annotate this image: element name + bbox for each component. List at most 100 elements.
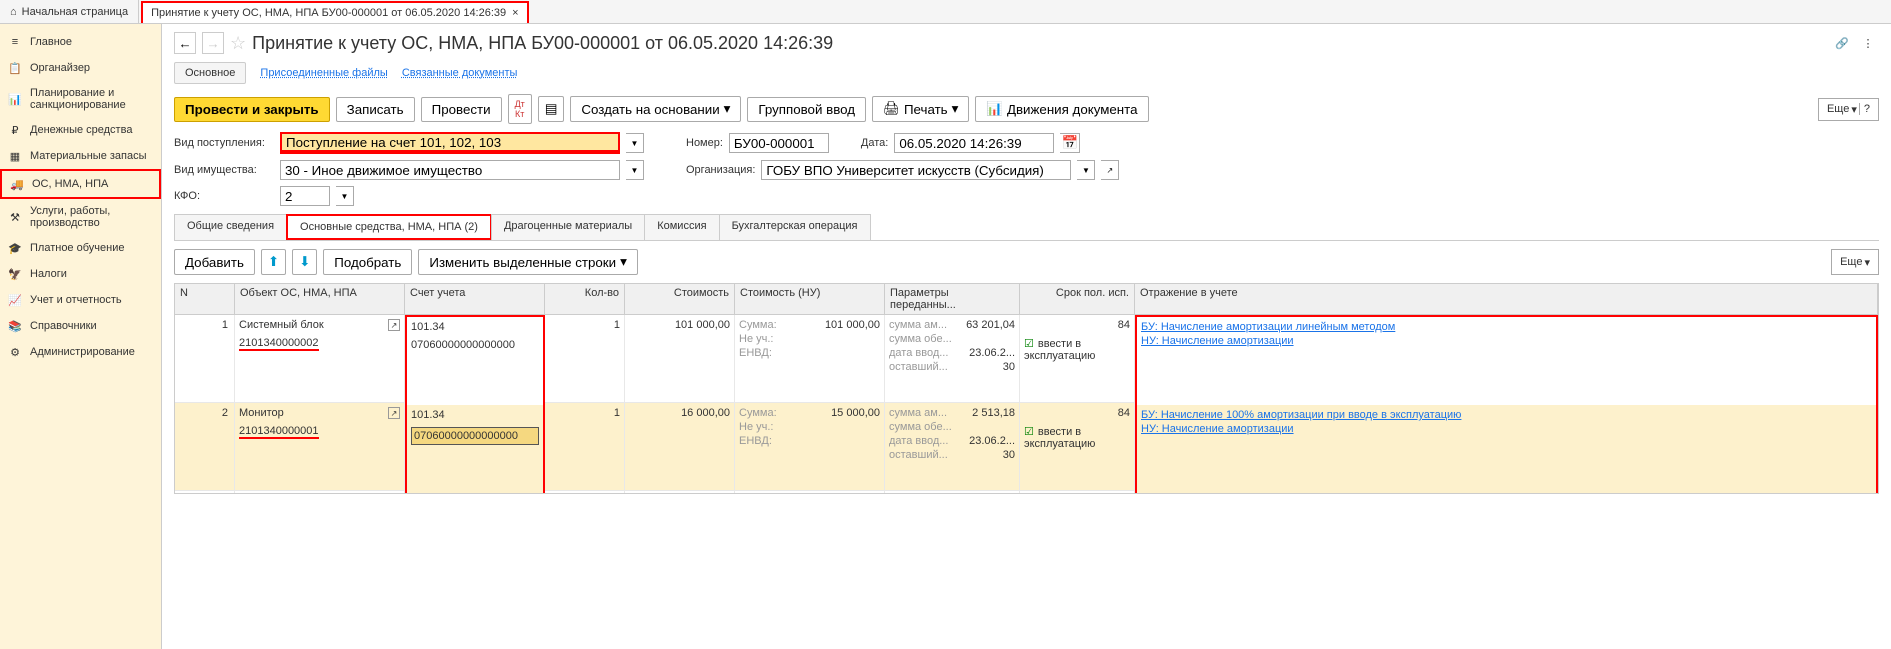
sidebar-label: Денежные средства — [30, 124, 132, 136]
back-button[interactable]: ← — [174, 32, 196, 54]
sidebar-label: Учет и отчетность — [30, 294, 122, 306]
tab-os-nma[interactable]: Основные средства, НМА, НПА (2) — [286, 214, 492, 240]
otr-link-bu[interactable]: БУ: Начисление 100% амортизации при ввод… — [1141, 409, 1872, 421]
movements-label: Движения документа — [1007, 102, 1138, 117]
row-qty[interactable]: 1 — [545, 315, 624, 403]
related-link[interactable]: Связанные документы — [402, 67, 518, 79]
sidebar-item-planning[interactable]: 📊Планирование и санкционирование — [0, 81, 161, 117]
sidebar-item-taxes[interactable]: 🦅Налоги — [0, 261, 161, 287]
row-costnu[interactable]: Сумма:15 000,00 Не уч.: ЕНВД: — [735, 403, 884, 491]
files-link[interactable]: Присоединенные файлы — [260, 67, 387, 79]
card-icon[interactable]: ↗ — [388, 319, 400, 331]
otr-link-nu[interactable]: НУ: Начисление амортизации — [1141, 335, 1872, 347]
row-cost[interactable]: 16 000,00 — [625, 403, 734, 491]
p-val: 23.06.2... — [969, 347, 1015, 359]
nu-label: ЕНВД: — [739, 347, 772, 359]
sidebar-item-admin[interactable]: ⚙Администрирование — [0, 339, 161, 365]
main-section-button[interactable]: Основное — [174, 62, 246, 84]
row-n[interactable]: 1 — [175, 315, 234, 403]
row-srok[interactable]: 84 ☑ввести в эксплуатацию — [1020, 403, 1134, 491]
col-qty[interactable]: Кол-во — [545, 284, 625, 314]
row-otr[interactable]: БУ: Начисление 100% амортизации при ввод… — [1137, 405, 1876, 493]
col-acc[interactable]: Счет учета — [405, 284, 545, 314]
sidebar-item-money[interactable]: ₽Денежные средства — [0, 117, 161, 143]
tab-commission[interactable]: Комиссия — [644, 214, 719, 240]
col-costnu[interactable]: Стоимость (НУ) — [735, 284, 885, 314]
forward-button[interactable]: → — [202, 32, 224, 54]
home-icon: ⌂ — [10, 6, 17, 18]
otr-link-nu[interactable]: НУ: Начисление амортизации — [1141, 423, 1872, 435]
home-tab[interactable]: ⌂ Начальная страница — [0, 0, 139, 24]
tab-general[interactable]: Общие сведения — [174, 214, 287, 240]
document-tab[interactable]: Принятие к учету ОС, НМА, НПА БУ00-00000… — [141, 1, 529, 23]
vid-post-input[interactable] — [280, 132, 620, 152]
row-srok[interactable]: 84 ☑ввести в эксплуатацию — [1020, 315, 1134, 403]
movements-button[interactable]: 📊 Движения документа — [975, 96, 1148, 122]
more-button[interactable]: Еще ▾ ? — [1818, 98, 1879, 121]
vid-post-dropdown[interactable]: ▼ — [626, 133, 644, 153]
row-otr[interactable]: БУ: Начисление амортизации линейным мето… — [1137, 317, 1876, 405]
row-cost[interactable]: 101 000,00 — [625, 315, 734, 403]
move-down-button[interactable]: ⬇ — [292, 249, 317, 275]
sidebar-item-materials[interactable]: ▦Материальные запасы — [0, 143, 161, 169]
grid-more-button[interactable]: Еще ▾ — [1831, 249, 1879, 275]
sidebar-item-reports[interactable]: 📈Учет и отчетность — [0, 287, 161, 313]
col-srok[interactable]: Срок пол. исп. — [1020, 284, 1135, 314]
sozdat-button[interactable]: Создать на основании ▾ — [570, 96, 741, 122]
add-button[interactable]: Добавить — [174, 249, 255, 275]
nomer-input[interactable] — [729, 133, 829, 153]
data-input[interactable] — [894, 133, 1054, 153]
org-input[interactable] — [761, 160, 1071, 180]
row-costnu[interactable]: Сумма:101 000,00 Не уч.: ЕНВД: — [735, 315, 884, 403]
close-icon[interactable]: × — [512, 7, 518, 19]
move-up-button[interactable]: ⬆ — [261, 249, 286, 275]
card-icon[interactable]: ↗ — [388, 407, 400, 419]
sidebar-item-main[interactable]: ≡Главное — [0, 29, 161, 55]
col-params[interactable]: Параметры переданны... — [885, 284, 1020, 314]
pick-button[interactable]: Подобрать — [323, 249, 412, 275]
otr-link-bu[interactable]: БУ: Начисление амортизации линейным мето… — [1141, 321, 1872, 333]
col-obj[interactable]: Объект ОС, НМА, НПА — [235, 284, 405, 314]
print-button[interactable]: 🖨 Печать ▾ — [872, 96, 969, 122]
row-params[interactable]: сумма ам...2 513,18 сумма обе... дата вв… — [885, 403, 1019, 491]
dt-kt-button[interactable]: ДтКт — [508, 94, 532, 124]
zapisat-button[interactable]: Записать — [336, 97, 415, 122]
provesti-zakryt-button[interactable]: Провести и закрыть — [174, 97, 330, 122]
provesti-button[interactable]: Провести — [421, 97, 502, 122]
doc-icon-button[interactable]: ▤ — [538, 96, 565, 122]
acc2-selected[interactable]: 07060000000000000 — [411, 427, 539, 445]
row-acc[interactable]: 101.34 07060000000000000 — [407, 405, 543, 493]
acc1: 101.34 — [411, 321, 539, 333]
star-icon[interactable]: ☆ — [230, 33, 246, 54]
p-val: 63 201,04 — [966, 319, 1015, 331]
change-rows-button[interactable]: Изменить выделенные строки ▾ — [418, 249, 637, 275]
grid-body: 1 2 ↗ Системный блок 2101340000002 ↗ Мон… — [175, 315, 1878, 493]
sidebar-item-services[interactable]: ⚒Услуги, работы, производство — [0, 199, 161, 235]
row-obj[interactable]: ↗ Монитор 2101340000001 — [235, 403, 404, 491]
link-icon[interactable]: 🔗 — [1831, 32, 1853, 54]
row-n[interactable]: 2 — [175, 403, 234, 491]
row-params[interactable]: сумма ам...63 201,04 сумма обе... дата в… — [885, 315, 1019, 403]
vid-im-input[interactable] — [280, 160, 620, 180]
col-cost[interactable]: Стоимость — [625, 284, 735, 314]
org-open[interactable]: ↗ — [1101, 160, 1119, 180]
tab-precious[interactable]: Драгоценные материалы — [491, 214, 645, 240]
col-otr[interactable]: Отражение в учете — [1135, 284, 1878, 314]
sidebar-item-directories[interactable]: 📚Справочники — [0, 313, 161, 339]
calendar-button[interactable]: 📅 — [1060, 133, 1080, 153]
vid-im-dropdown[interactable]: ▼ — [626, 160, 644, 180]
row-qty[interactable]: 1 — [545, 403, 624, 491]
group-input-button[interactable]: Групповой ввод — [747, 97, 866, 122]
sidebar-item-os-nma[interactable]: 🚚ОС, НМА, НПА — [0, 169, 161, 199]
kfo-dropdown[interactable]: ▼ — [336, 186, 354, 206]
kfo-input[interactable] — [280, 186, 330, 206]
row-obj[interactable]: ↗ Системный блок 2101340000002 — [235, 315, 404, 403]
sidebar-item-education[interactable]: 🎓Платное обучение — [0, 235, 161, 261]
obj-name: Системный блок — [239, 319, 324, 331]
col-n[interactable]: N — [175, 284, 235, 314]
tab-accounting[interactable]: Бухгалтерская операция — [719, 214, 871, 240]
sidebar-item-organizer[interactable]: 📋Органайзер — [0, 55, 161, 81]
more-icon[interactable]: ⋮ — [1857, 32, 1879, 54]
org-dropdown[interactable]: ▼ — [1077, 160, 1095, 180]
row-acc[interactable]: 101.34 07060000000000000 — [407, 317, 543, 405]
